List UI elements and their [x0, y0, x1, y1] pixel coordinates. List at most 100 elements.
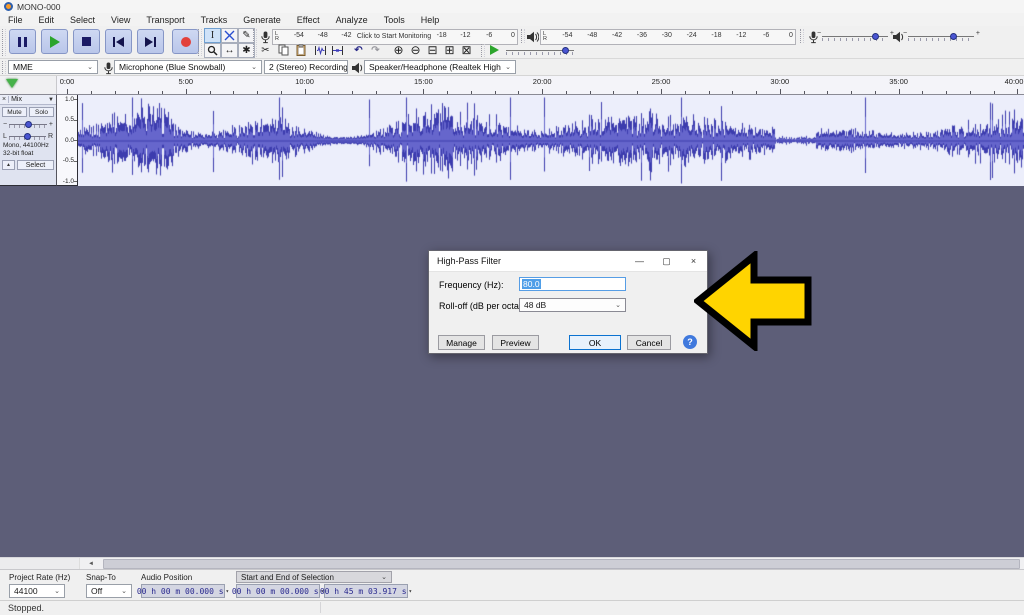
- solo-button[interactable]: Solo: [29, 107, 54, 117]
- playback-volume-thumb[interactable]: [950, 33, 957, 40]
- audio-host-select[interactable]: MME⌄: [8, 60, 98, 74]
- record-button[interactable]: [172, 29, 199, 54]
- redo-button[interactable]: ↷: [368, 43, 383, 57]
- snap-to-select[interactable]: Off⌄: [86, 584, 132, 598]
- timeline-major-tick: [423, 89, 424, 94]
- preview-button[interactable]: Preview: [492, 335, 539, 350]
- menu-item-help[interactable]: Help: [413, 13, 448, 26]
- mute-button[interactable]: Mute: [2, 107, 27, 117]
- silence-audio-button[interactable]: [330, 43, 345, 57]
- pan-slider[interactable]: [9, 132, 46, 140]
- gain-thumb[interactable]: [25, 121, 32, 128]
- menu-item-select[interactable]: Select: [62, 13, 103, 26]
- recording-volume-slider[interactable]: − +: [822, 32, 888, 42]
- manage-button[interactable]: Manage: [438, 335, 485, 350]
- meter-tick: -6: [486, 32, 492, 39]
- track-select-button[interactable]: Select: [17, 160, 54, 170]
- transport-toolbar-grip[interactable]: [2, 29, 6, 56]
- track-header[interactable]: × Mix ▼: [0, 95, 56, 105]
- pan-left-label: L: [3, 133, 7, 140]
- playback-device-select[interactable]: Speaker/Headphone (Realtek High⌄: [364, 60, 516, 74]
- trim-audio-button[interactable]: [313, 43, 328, 57]
- play-at-speed-grip[interactable]: [481, 44, 485, 57]
- recording-device-select[interactable]: Microphone (Blue Snowball)⌄: [114, 60, 262, 74]
- zoom-toggle-button[interactable]: ⊠: [459, 43, 474, 57]
- stop-button[interactable]: [73, 29, 100, 54]
- recording-channels-select[interactable]: 2 (Stereo) Recording Chan⌄: [264, 60, 348, 74]
- zoom-out-button[interactable]: ⊖: [408, 43, 423, 57]
- paste-button[interactable]: [293, 43, 308, 57]
- track-work-area[interactable]: [0, 186, 1024, 557]
- skip-to-end-button[interactable]: [137, 29, 164, 54]
- device-toolbar-grip[interactable]: [2, 61, 6, 74]
- zoom-in-button[interactable]: ⊕: [391, 43, 406, 57]
- zoom-tool-button[interactable]: [204, 43, 221, 58]
- play-at-speed-button[interactable]: [487, 43, 502, 57]
- playback-meter-speaker-icon[interactable]: [525, 30, 540, 44]
- mixer-toolbar-grip[interactable]: [800, 29, 804, 43]
- menu-item-view[interactable]: View: [103, 13, 138, 26]
- copy-button[interactable]: [276, 43, 291, 57]
- play-button[interactable]: [41, 29, 68, 54]
- menu-item-tools[interactable]: Tools: [376, 13, 413, 26]
- menu-item-tracks[interactable]: Tracks: [193, 13, 236, 26]
- menu-item-edit[interactable]: Edit: [31, 13, 63, 26]
- timeline-ruler[interactable]: 0:005:0010:0015:0020:0025:0030:0035:0040…: [0, 76, 1024, 95]
- chevron-down-icon: ⌄: [248, 63, 257, 71]
- recording-meter-mic-icon[interactable]: [258, 30, 273, 44]
- undo-button[interactable]: ↶: [351, 43, 366, 57]
- timeline-minor-tick: [91, 91, 92, 94]
- timeline-minor-tick: [827, 91, 828, 94]
- audio-position-field[interactable]: 00 h 00 m 00.000 s▾: [141, 584, 225, 598]
- envelope-tool-button[interactable]: [221, 28, 238, 43]
- cut-button[interactable]: ✂: [258, 43, 273, 57]
- meter-monitor-text[interactable]: Click to Start Monitoring: [357, 33, 431, 40]
- fit-project-button[interactable]: ⊞: [442, 43, 457, 57]
- recording-volume-thumb[interactable]: [872, 33, 879, 40]
- project-rate-select[interactable]: 44100⌄: [9, 584, 65, 598]
- selection-end-field[interactable]: 00 h 45 m 03.917 s▾: [324, 584, 408, 598]
- menu-item-transport[interactable]: Transport: [138, 13, 192, 26]
- skip-to-start-button[interactable]: [105, 29, 132, 54]
- fit-selection-button[interactable]: ⊟: [425, 43, 440, 57]
- recording-meter-grip[interactable]: [253, 29, 257, 43]
- play-speed-thumb[interactable]: [562, 47, 569, 54]
- zoom-toggle-icon: ⊠: [461, 43, 471, 57]
- scrollbar-thumb[interactable]: [103, 559, 1020, 569]
- collapse-track-button[interactable]: ▲: [2, 160, 15, 170]
- multi-tool-icon: ✱: [242, 45, 250, 56]
- dialog-maximize-button[interactable]: ▢: [653, 251, 680, 272]
- timeline-major-tick: [780, 89, 781, 94]
- gain-slider[interactable]: [9, 120, 47, 128]
- playback-meter[interactable]: LR -54-48-42-36-30-24-18-12-60: [540, 29, 796, 45]
- menu-item-file[interactable]: File: [0, 13, 31, 26]
- waveform-display[interactable]: [78, 95, 1024, 187]
- cancel-button[interactable]: Cancel: [627, 335, 671, 350]
- track-format-info: Mono, 44100Hz 32-bit float: [0, 142, 56, 158]
- play-speed-slider[interactable]: [506, 46, 574, 56]
- playback-volume-slider[interactable]: − +: [908, 32, 974, 42]
- timeline-major-tick: [661, 89, 662, 94]
- pause-button[interactable]: [9, 29, 36, 54]
- selection-end-value: 00 h 45 m 03.917 s: [320, 587, 407, 596]
- horizontal-scrollbar[interactable]: ◄: [0, 557, 1024, 569]
- menu-item-effect[interactable]: Effect: [289, 13, 328, 26]
- selection-tool-button[interactable]: I: [204, 28, 221, 43]
- selection-start-field[interactable]: 00 h 00 m 00.000 s▾: [236, 584, 320, 598]
- menu-item-analyze[interactable]: Analyze: [328, 13, 376, 26]
- timeline-label: 40:00: [1005, 77, 1024, 86]
- track-menu-icon[interactable]: ▼: [48, 97, 54, 103]
- ok-button[interactable]: OK: [569, 335, 621, 350]
- dialog-title-bar[interactable]: High-Pass Filter — ▢ ×: [429, 251, 707, 272]
- menu-item-generate[interactable]: Generate: [235, 13, 289, 26]
- timeshift-tool-button[interactable]: ↔: [221, 43, 238, 58]
- output-device-speaker-icon: [350, 61, 365, 75]
- rolloff-select[interactable]: 48 dB ⌄: [519, 298, 626, 312]
- dialog-minimize-button[interactable]: —: [626, 251, 653, 272]
- track-close-icon[interactable]: ×: [2, 96, 9, 103]
- selection-mode-select[interactable]: Start and End of Selection⌄: [236, 571, 392, 583]
- tools-toolbar-grip[interactable]: [198, 29, 202, 56]
- timeline-pin-icon[interactable]: [6, 79, 18, 88]
- edit-toolbar-grip[interactable]: [253, 44, 257, 57]
- frequency-input[interactable]: 80.0: [519, 277, 626, 291]
